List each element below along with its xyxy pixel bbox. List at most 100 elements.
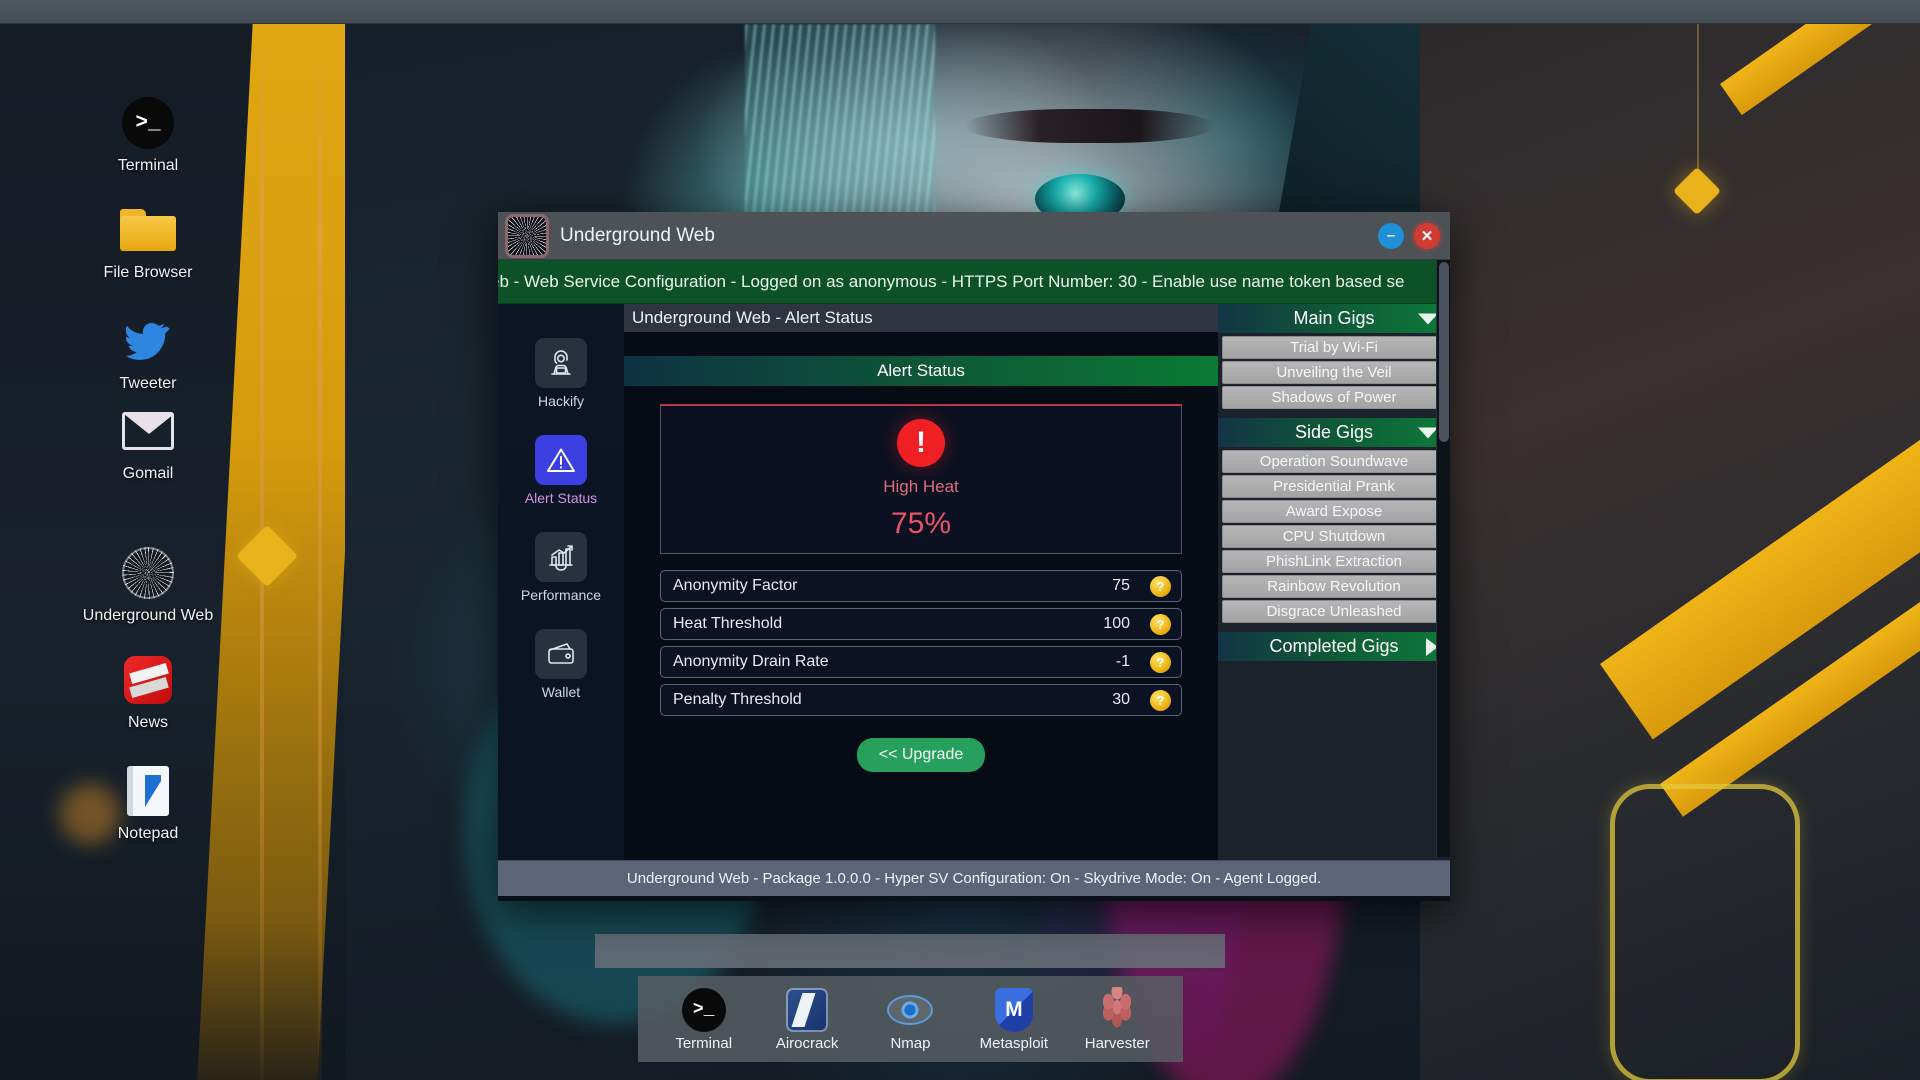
warning-triangle-icon xyxy=(535,435,587,485)
coin-badge-icon[interactable]: ? xyxy=(1150,689,1171,711)
main-gigs-header[interactable]: Main Gigs xyxy=(1218,304,1450,333)
chevron-down-icon[interactable] xyxy=(1418,427,1438,438)
stat-value: 100 xyxy=(1103,615,1130,632)
gig-item[interactable]: Presidential Prank xyxy=(1222,475,1446,498)
stat-name: Anonymity Factor xyxy=(673,577,798,594)
minimize-button[interactable]: – xyxy=(1378,222,1404,249)
center-panel: Underground Web - Alert Status Alert Sta… xyxy=(624,304,1218,860)
window-title-bar[interactable]: Underground Web – ✕ xyxy=(498,212,1450,260)
stat-name: Anonymity Drain Rate xyxy=(673,653,829,670)
alert-status-card: ! High Heat 75% xyxy=(660,404,1182,554)
window-body: Hackify Alert Status Performance Wallet … xyxy=(498,304,1450,860)
gigs-spacer xyxy=(1218,625,1450,632)
taskbar-strip xyxy=(595,934,1225,968)
stat-row[interactable]: Anonymity Factor 75 ? xyxy=(660,570,1182,602)
coin-badge-icon[interactable]: ? xyxy=(1150,613,1171,635)
coin-badge-icon[interactable]: ? xyxy=(1150,575,1171,597)
dock-item-metasploit[interactable]: M Metasploit xyxy=(964,987,1064,1052)
desktop-icon-label: Gomail xyxy=(122,465,174,482)
stat-name: Penalty Threshold xyxy=(673,691,802,708)
close-button[interactable]: ✕ xyxy=(1414,222,1440,249)
desktop-icon-notepad[interactable]: Notepad xyxy=(73,763,223,843)
gig-item[interactable]: Disgrace Unleashed xyxy=(1222,600,1446,623)
wheat-icon xyxy=(1094,986,1140,1033)
hacker-hoodie-icon xyxy=(535,338,587,388)
chevron-down-icon[interactable] xyxy=(1418,313,1438,324)
nav-item-wallet[interactable]: Wallet xyxy=(498,629,624,700)
gig-item[interactable]: Rainbow Revolution xyxy=(1222,575,1446,598)
application-dock: >_ Terminal Airocrack Nmap M Metasploit … xyxy=(638,976,1183,1062)
wallpaper-right-panel xyxy=(1420,24,1920,1080)
wallpaper-wire xyxy=(1697,24,1699,176)
completed-gigs-label: Completed Gigs xyxy=(1269,636,1399,656)
window-title: Underground Web xyxy=(560,224,715,246)
desktop-icon-tweeter[interactable]: Tweeter xyxy=(73,313,223,393)
dock-item-nmap[interactable]: Nmap xyxy=(860,987,960,1052)
gig-item[interactable]: Trial by Wi-Fi xyxy=(1222,336,1446,359)
left-navigation: Hackify Alert Status Performance Wallet xyxy=(498,304,624,860)
nav-item-label: Alert Status xyxy=(524,490,598,506)
bird-icon xyxy=(120,313,176,369)
nav-item-alert-status[interactable]: Alert Status xyxy=(498,435,624,506)
stats-list: Anonymity Factor 75 ? Heat Threshold 100… xyxy=(660,570,1182,716)
newspaper-icon xyxy=(120,652,176,708)
stat-row[interactable]: Anonymity Drain Rate -1 ? xyxy=(660,646,1182,678)
stat-row[interactable]: Heat Threshold 100 ? xyxy=(660,608,1182,640)
nav-item-hackify[interactable]: Hackify xyxy=(498,338,624,409)
envelope-icon xyxy=(120,403,176,459)
side-gigs-header[interactable]: Side Gigs xyxy=(1218,418,1450,447)
wallpaper-diamond-1 xyxy=(1672,166,1722,216)
nav-item-performance[interactable]: Performance xyxy=(498,532,624,603)
desktop-icon-terminal[interactable]: >_ Terminal xyxy=(73,95,223,175)
dock-item-airocrack[interactable]: Airocrack xyxy=(757,987,857,1052)
completed-gigs-header[interactable]: Completed Gigs xyxy=(1218,632,1450,661)
airocrack-icon xyxy=(784,987,830,1033)
eye-icon xyxy=(887,987,934,1033)
coin-badge-icon[interactable]: ? xyxy=(1150,651,1171,673)
scrollbar-thumb[interactable] xyxy=(1439,262,1449,442)
desktop-icon-news[interactable]: News xyxy=(73,652,223,732)
gig-item[interactable]: Shadows of Power xyxy=(1222,386,1446,409)
alert-state-label: High Heat xyxy=(883,476,959,496)
desktop-icon-gomail[interactable]: Gomail xyxy=(73,403,223,483)
desktop-icon-underground-web[interactable]: Underground Web xyxy=(73,545,223,625)
notepad-icon xyxy=(120,763,176,819)
wallpaper-stripe-3 xyxy=(1720,24,1890,116)
side-gigs-label: Side Gigs xyxy=(1294,422,1374,442)
wallpaper-brow xyxy=(965,109,1215,143)
stat-value: 30 xyxy=(1112,691,1130,708)
content-header: Underground Web - Alert Status xyxy=(624,304,1218,332)
dock-item-label: Harvester xyxy=(1084,1034,1150,1052)
marquee-text: eb - Web Service Configuration - Logged … xyxy=(498,271,1405,291)
dock-item-harvester[interactable]: Harvester xyxy=(1067,986,1167,1052)
stat-value: -1 xyxy=(1115,653,1130,670)
dock-item-label: Airocrack xyxy=(775,1034,839,1052)
exclamation-circle-icon: ! xyxy=(897,418,945,467)
dock-item-terminal[interactable]: >_ Terminal xyxy=(654,987,754,1052)
spiderweb-icon xyxy=(120,545,176,601)
upgrade-button[interactable]: << Upgrade xyxy=(856,738,986,772)
gig-item[interactable]: Operation Soundwave xyxy=(1222,450,1446,473)
main-gigs-list: Trial by Wi-Fi Unveiling the Veil Shadow… xyxy=(1218,333,1450,411)
stat-name: Heat Threshold xyxy=(673,615,783,632)
wallpaper-line-2 xyxy=(318,24,322,1080)
gig-item[interactable]: PhishLink Extraction xyxy=(1222,550,1446,573)
side-gigs-list: Operation Soundwave Presidential Prank A… xyxy=(1218,447,1450,625)
nav-item-label: Hackify xyxy=(538,393,584,409)
desktop-icon-label: File Browser xyxy=(103,264,193,281)
desktop-icon-label: Notepad xyxy=(117,825,179,842)
underground-web-window: Underground Web – ✕ eb - Web Service Con… xyxy=(498,212,1450,901)
gig-item[interactable]: Award Expose xyxy=(1222,500,1446,523)
stat-row[interactable]: Penalty Threshold 30 ? xyxy=(660,684,1182,716)
desktop-icon-label: Underground Web xyxy=(82,607,214,624)
marquee-banner: eb - Web Service Configuration - Logged … xyxy=(498,260,1450,304)
gigs-panel: Main Gigs Trial by Wi-Fi Unveiling the V… xyxy=(1218,304,1450,860)
dock-item-label: Metasploit xyxy=(979,1034,1049,1052)
alert-status-band: Alert Status xyxy=(624,356,1218,386)
desktop-icon-file-browser[interactable]: File Browser xyxy=(73,202,223,282)
alert-percent: 75% xyxy=(890,506,952,540)
gig-item[interactable]: Unveiling the Veil xyxy=(1222,361,1446,384)
window-scrollbar[interactable] xyxy=(1436,260,1450,857)
gig-item[interactable]: CPU Shutdown xyxy=(1222,525,1446,548)
wallet-icon xyxy=(535,629,587,679)
